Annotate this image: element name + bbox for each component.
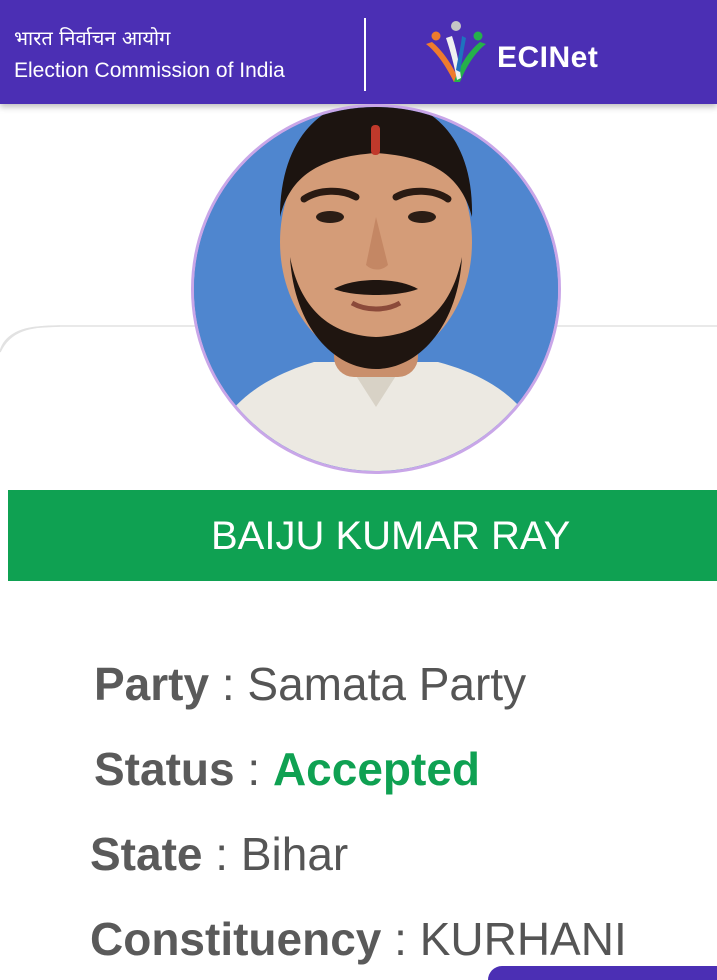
constituency-value: KURHANI [419, 913, 627, 965]
app-header: भारत निर्वाचन आयोग Election Commission o… [0, 0, 717, 104]
app-name: ECINet [497, 41, 599, 74]
state-row: State : Bihar [90, 826, 348, 882]
separator: : [394, 913, 407, 965]
separator: : [221, 658, 235, 710]
status-row: Status : Accepted [94, 741, 480, 797]
constituency-label: Constituency [90, 913, 382, 965]
party-label: Party [94, 658, 210, 710]
separator: : [247, 743, 261, 795]
state-value: Bihar [240, 828, 349, 880]
status-label: Status [94, 743, 235, 795]
party-value: Samata Party [247, 658, 527, 710]
status-value: Accepted [272, 743, 481, 795]
candidate-name: BAIJU KUMAR RAY [211, 514, 571, 558]
org-name-english: Election Commission of India [14, 59, 285, 82]
separator: : [215, 828, 229, 880]
org-name-hindi: भारत निर्वाचन आयोग [14, 26, 171, 50]
ecinet-logo-icon [426, 21, 486, 82]
candidate-photo [191, 104, 561, 474]
state-label: State [90, 828, 203, 880]
party-row: Party : Samata Party [94, 656, 526, 712]
bottom-accent-bar [488, 966, 717, 980]
constituency-row: Constituency : KURHANI [90, 911, 627, 967]
header-divider [364, 18, 366, 91]
person-photo-icon [194, 107, 558, 471]
